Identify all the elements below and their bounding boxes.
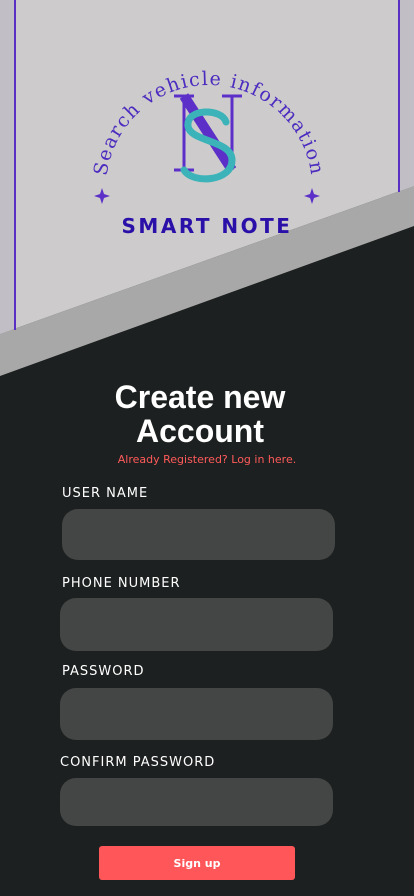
sign-up-button[interactable]: Sign up bbox=[99, 846, 295, 880]
username-field[interactable] bbox=[62, 509, 335, 560]
confirm-password-label: CONFIRM PASSWORD bbox=[60, 755, 216, 770]
login-link[interactable]: Already Registered? Log in here. bbox=[0, 453, 414, 466]
page-title: Create new Account bbox=[0, 380, 400, 448]
title-line-2: Account bbox=[136, 413, 264, 449]
logo-arc-text: Search vehicle information bbox=[90, 68, 329, 177]
confirm-password-field[interactable] bbox=[60, 778, 333, 826]
phone-number-field[interactable] bbox=[60, 598, 333, 651]
username-label: USER NAME bbox=[62, 486, 149, 501]
password-field[interactable] bbox=[60, 688, 333, 740]
title-line-1: Create new bbox=[114, 379, 286, 415]
monogram-icon bbox=[174, 93, 242, 183]
phone-number-label: PHONE NUMBER bbox=[62, 576, 181, 591]
app-logo: Search vehicle information SMART NOTE bbox=[0, 0, 414, 260]
sparkle-icon bbox=[94, 188, 110, 204]
brand-name: SMART NOTE bbox=[121, 214, 293, 238]
password-label: PASSWORD bbox=[62, 664, 145, 679]
sparkle-icon bbox=[304, 188, 320, 204]
